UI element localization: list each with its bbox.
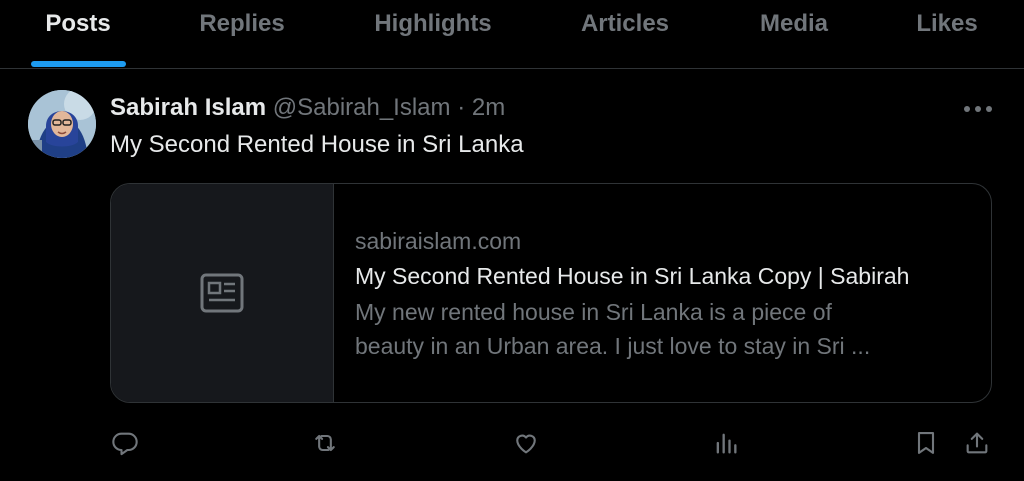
link-card-thumbnail (111, 184, 334, 402)
more-horizontal-icon (964, 106, 992, 112)
post-timestamp[interactable]: 2m (472, 94, 505, 121)
separator-dot: · (457, 94, 466, 121)
bookmark-icon (917, 432, 935, 454)
like-icon (516, 434, 536, 454)
tab-replies[interactable]: Replies (199, 9, 284, 39)
tab-posts[interactable]: Posts (45, 9, 110, 39)
profile-tabs: Posts Replies Highlights Articles Media … (0, 0, 1024, 69)
link-card-title: My Second Rented House in Sri Lanka Copy… (355, 263, 910, 289)
post-header: Sabirah Islam @Sabirah_Islam · 2m (110, 92, 505, 124)
tab-media[interactable]: Media (760, 9, 828, 39)
reply-button[interactable] (109, 427, 141, 459)
share-icon (966, 432, 988, 454)
link-card-domain: sabiraislam.com (355, 228, 522, 254)
more-options-button[interactable] (958, 96, 998, 122)
link-card-description: My new rented house in Sri Lanka is a pi… (355, 299, 871, 359)
tab-articles[interactable]: Articles (581, 9, 669, 39)
repost-icon (315, 434, 335, 452)
avatar-image (28, 90, 96, 158)
post-text: My Second Rented House in Sri Lanka (110, 131, 524, 158)
avatar[interactable] (28, 90, 96, 158)
tab-likes[interactable]: Likes (916, 9, 977, 39)
link-preview-card[interactable]: sabiraislam.com My Second Rented House i… (110, 183, 992, 403)
article-icon (200, 273, 244, 313)
share-button[interactable] (961, 427, 993, 459)
like-button[interactable] (510, 427, 542, 459)
views-icon (716, 433, 737, 454)
bookmark-button[interactable] (910, 427, 942, 459)
tab-highlights[interactable]: Highlights (374, 9, 491, 39)
link-card-body: sabiraislam.com My Second Rented House i… (355, 224, 985, 363)
reply-icon (112, 432, 138, 456)
views-button[interactable] (710, 427, 742, 459)
author-name[interactable]: Sabirah Islam (110, 94, 266, 121)
active-tab-indicator (31, 61, 126, 67)
author-handle[interactable]: @Sabirah_Islam (273, 94, 451, 121)
repost-button[interactable] (309, 427, 341, 459)
